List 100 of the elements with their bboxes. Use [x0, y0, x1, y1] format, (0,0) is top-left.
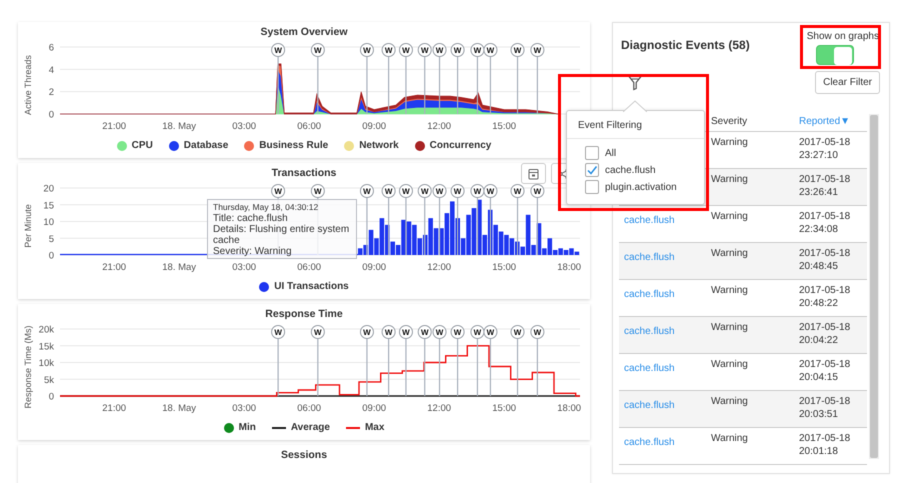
tick-label: 0 — [48, 392, 54, 402]
annotation: W — [274, 187, 282, 196]
chart-title: Sessions — [280, 449, 328, 463]
annotation: W — [486, 328, 495, 337]
annotation: W — [420, 46, 429, 55]
annotation: W — [514, 187, 522, 196]
tick-label: 12:00 — [427, 262, 452, 273]
table-cell-text: Warning — [711, 247, 749, 260]
annotation: W — [274, 328, 282, 337]
annotation: W — [420, 328, 429, 337]
tick-label: 15k — [38, 341, 54, 352]
tick-label: 18:00 — [557, 262, 582, 273]
tick-label: 03:00 — [232, 121, 256, 132]
annotation: W — [454, 46, 462, 55]
tick-label: 21:00 — [102, 403, 126, 414]
tick-label: 21:00 — [102, 121, 126, 132]
annotation: W — [420, 187, 429, 196]
tick-label: 6 — [48, 42, 54, 54]
annotation: W — [384, 328, 393, 337]
tick-label: 03:00 — [232, 403, 256, 414]
tick-label: 06:00 — [297, 403, 322, 414]
tick-label: 21:00 — [102, 262, 126, 273]
table-cell-text: 2017-05-18 23:26:41 — [799, 173, 852, 199]
annotation: W — [363, 46, 372, 55]
tick-label: 06:00 — [297, 262, 322, 273]
annotation: W — [363, 328, 372, 337]
table-cell-text: Warning — [711, 395, 749, 408]
annotation: W — [402, 187, 410, 196]
annotation: W — [534, 328, 542, 337]
tick-label: 15:00 — [492, 121, 516, 132]
tick-label: 5k — [44, 374, 54, 386]
annotation: W — [384, 187, 393, 196]
table-cell-text: 2017-05-18 22:34:08 — [799, 210, 852, 236]
table-cell-text: Warning — [711, 210, 749, 223]
annotation: W — [474, 46, 482, 55]
annotation: W — [402, 328, 410, 337]
tooltip-line: Details: Flushing entire system cache — [213, 224, 350, 246]
tick-label: 15 — [43, 200, 54, 212]
tick-label: 12:00 — [427, 121, 452, 132]
annotation: W — [454, 328, 462, 337]
tick-label: 10k — [38, 358, 54, 369]
annotation: W — [486, 187, 495, 196]
annotation: W — [436, 187, 444, 196]
tick-label: 10 — [43, 217, 54, 228]
annotation: W — [514, 46, 522, 55]
table-cell-text: Warning — [711, 136, 749, 149]
annotation: W — [314, 328, 322, 337]
chart-title: Response Time — [265, 308, 343, 322]
annotation: W — [436, 328, 444, 337]
annotation: W — [274, 46, 282, 55]
tick-label: 0 — [48, 110, 54, 120]
tick-label: 18:00 — [557, 403, 582, 414]
annotation: W — [436, 46, 444, 55]
table-cell-text: Warning — [711, 358, 749, 371]
tick-label: 06:00 — [297, 121, 322, 132]
tick-label: 20k — [38, 324, 54, 336]
annotation: W — [474, 187, 482, 196]
annotation: W — [314, 187, 322, 196]
annotation: W — [363, 187, 372, 196]
tick-label: 4 — [48, 64, 54, 76]
annotation: W — [534, 46, 542, 55]
table-cell-text: 2017-05-18 20:03:51 — [799, 395, 852, 421]
annotation: W — [534, 187, 542, 196]
tick-label: 03:00 — [232, 262, 256, 273]
table-cell-text: 2017-05-18 20:01:18 — [799, 432, 852, 458]
table-cell-text: Warning — [711, 321, 749, 334]
table-cell-text: 2017-05-18 20:04:15 — [799, 358, 852, 384]
chart-title: Transactions — [272, 167, 336, 181]
table-cell-text: Warning — [711, 432, 749, 445]
annotation: W — [474, 328, 482, 337]
tick-label: 15:00 — [492, 262, 516, 273]
tick-label: 15:00 — [492, 403, 516, 414]
tick-label: 0 — [48, 250, 54, 262]
tick-label: 09:00 — [362, 403, 386, 414]
annotation: W — [454, 187, 462, 196]
tick-label: 5 — [48, 234, 54, 245]
annotation: W — [486, 46, 495, 55]
table-cell-text: 2017-05-18 20:04:22 — [799, 321, 852, 347]
annotation: W — [314, 46, 322, 55]
tick-label: 09:00 — [362, 262, 386, 273]
table-cell-text: 2017-05-18 20:48:22 — [799, 284, 852, 310]
tick-label: 2 — [48, 87, 54, 98]
panel-title: Diagnostic Events (58) — [621, 38, 750, 52]
tick-label: 18. May — [162, 262, 196, 273]
axis-title: Active Threads — [23, 55, 33, 115]
tooltip-date: Thursday, May 18, 04:30:12 — [213, 202, 320, 213]
table-cell-text: Warning — [711, 173, 749, 186]
table-cell-text: 2017-05-18 20:48:45 — [799, 247, 852, 273]
table-cell-text: Warning — [711, 284, 749, 297]
tick-label: 18. May — [162, 403, 196, 414]
tick-label: 09:00 — [362, 121, 386, 132]
tick-label: 18. May — [162, 121, 196, 132]
tick-label: 20 — [43, 184, 54, 194]
annotation: W — [402, 46, 410, 55]
table-cell-text: 2017-05-18 23:27:10 — [799, 136, 852, 162]
annotation: W — [384, 46, 393, 55]
axis-title: Response Time (Ms) — [23, 325, 33, 409]
tooltip-line: Title: cache.flush — [213, 213, 289, 224]
chart-title: System Overview — [260, 26, 348, 40]
annotation: W — [514, 328, 522, 337]
